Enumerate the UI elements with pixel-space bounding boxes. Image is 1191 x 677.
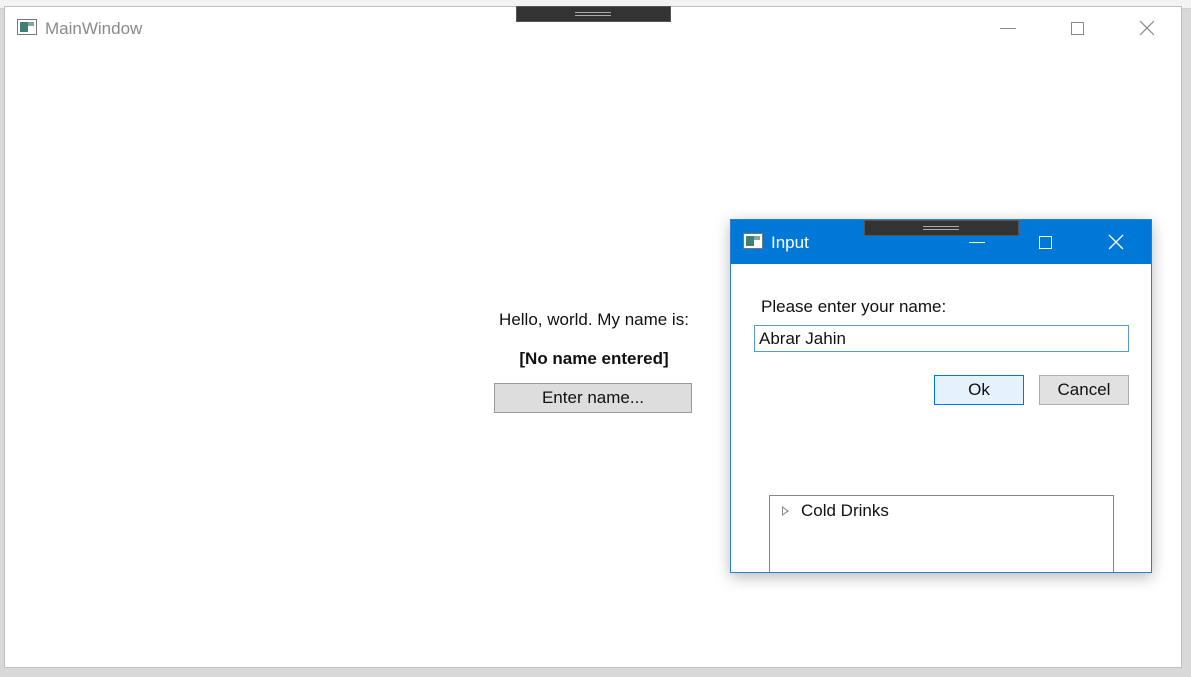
name-display: [No name entered] <box>519 349 669 368</box>
window-title: MainWindow <box>45 19 143 38</box>
close-icon <box>1139 20 1155 36</box>
tree-item-label: Cold Drinks <box>801 501 889 520</box>
greeting-label: Hello, world. My name is: <box>499 310 689 329</box>
enter-name-button[interactable]: Enter name... <box>494 383 692 413</box>
name-prompt-label: Please enter your name: <box>761 297 947 316</box>
ok-button[interactable]: Ok <box>934 375 1024 405</box>
dialog-close-button[interactable] <box>1093 220 1139 264</box>
dialog-titlebar[interactable]: Input <box>731 220 1151 264</box>
tree-item-cold-drinks[interactable]: Cold Drinks <box>782 501 889 521</box>
dialog-app-icon <box>743 233 763 249</box>
minimize-icon <box>1000 27 1016 29</box>
input-dialog: Input Please enter your name: Ok Cancel … <box>730 219 1152 573</box>
maximize-icon <box>1038 235 1052 249</box>
close-icon <box>1108 234 1124 250</box>
dialog-maximize-button[interactable] <box>1022 220 1068 264</box>
cancel-button[interactable]: Cancel <box>1039 375 1129 405</box>
minimize-button[interactable] <box>985 7 1031 49</box>
app-icon <box>17 19 37 35</box>
maximize-button[interactable] <box>1054 7 1100 49</box>
maximize-icon <box>1070 21 1084 35</box>
dialog-title: Input <box>771 233 809 252</box>
name-input[interactable] <box>754 325 1129 352</box>
dialog-debug-toolbar-handle[interactable] <box>864 220 1019 236</box>
minimize-icon <box>969 241 985 243</box>
close-button[interactable] <box>1124 7 1170 49</box>
tree-view[interactable]: Cold Drinks <box>769 495 1114 572</box>
expand-arrow-icon[interactable] <box>782 506 789 516</box>
debug-toolbar-handle[interactable] <box>516 6 671 22</box>
